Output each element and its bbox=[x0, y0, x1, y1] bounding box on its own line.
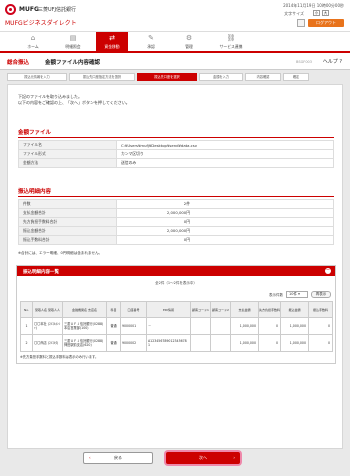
button-bar: ‹ 戻る 次へ › bbox=[0, 449, 350, 476]
table-row: 件数 2件 bbox=[18, 199, 334, 209]
summary-section-title: 振込明細内容 bbox=[18, 189, 52, 195]
table-row: ファイル名 C:¥Users¥mufj¥Desktop¥send¥data.csv bbox=[18, 140, 334, 150]
step-1: 振込元情報を入力 bbox=[7, 73, 67, 81]
link-icon: ⛓ bbox=[226, 34, 236, 42]
table-row: 2 〇〇商店 (ﾏﾙﾏﾙﾀ) 三菱ＵＦＪ信託銀行(0288) 神田駅前支店(620)… bbox=[20, 334, 333, 352]
table-header-row: No. 受取人名 受取人人 金融機関名 支店名 科目 口座番号 EDI情報 顧客コード1… bbox=[20, 301, 333, 318]
title-bar: 総合振込 金額ファイル内容確認 BSGF003 ヘルプ ? bbox=[0, 53, 350, 70]
page-title: 金額ファイル内容確認 bbox=[45, 60, 101, 66]
step-6: 確定 bbox=[283, 73, 309, 81]
chevron-left-icon: ‹ bbox=[89, 455, 91, 460]
help-link[interactable]: ヘルプ ? bbox=[323, 58, 342, 65]
list-title: 振込明細内容一覧 bbox=[23, 270, 59, 275]
per-page-select[interactable]: 10件 ▾ bbox=[286, 291, 308, 298]
summary-note: ※合計には、エラー明細、0円明細は含まれません。 bbox=[18, 251, 103, 255]
nav-label: サービス連携 bbox=[219, 44, 243, 49]
detail-table: No. 受取人名 受取人人 金融機関名 支店名 科目 口座番号 EDI情報 顧客コード1… bbox=[20, 301, 333, 352]
summary-table: 件数 2件 支払金額合計 2,000,000円 先方負担手数料合計 0円 振込金額合計… bbox=[18, 199, 334, 245]
step-indicator: 振込元情報を入力 振込先口座指定方法を選択 振込先口座を選択 金額を入力 内容確… bbox=[7, 73, 343, 81]
bank-name: 三菱UFJ信託銀行 bbox=[38, 7, 77, 13]
nav-service-link[interactable]: ⛓ サービス連携 bbox=[210, 32, 252, 52]
table-row: 先方負担手数料合計 0円 bbox=[18, 217, 334, 227]
service-name[interactable]: MUFGビジネスダイレクト bbox=[5, 18, 77, 27]
file-section-title: 金額ファイル bbox=[18, 130, 52, 136]
approve-icon: ✎ bbox=[148, 34, 154, 42]
nav-approval[interactable]: ✎ 承認 bbox=[136, 32, 166, 52]
chevron-down-icon: ▾ bbox=[298, 292, 300, 296]
table-row: ファイル形式 カンマ区切り bbox=[18, 149, 334, 159]
mufg-logo-icon bbox=[5, 4, 16, 15]
step-2: 振込先口座指定方法を選択 bbox=[69, 73, 135, 81]
back-button[interactable]: ‹ 戻る bbox=[83, 452, 153, 464]
transfer-icon: ⇄ bbox=[109, 34, 115, 42]
nav-label: 管理 bbox=[185, 44, 193, 49]
nav-home[interactable]: ⌂ ホーム bbox=[18, 32, 48, 52]
user-icon[interactable] bbox=[297, 19, 305, 27]
divider bbox=[18, 196, 334, 197]
step-5: 内容確認 bbox=[245, 73, 281, 81]
admin-icon: ⚙ bbox=[185, 34, 193, 42]
nav-label: ホーム bbox=[27, 44, 39, 49]
logout-button[interactable]: ログアウト bbox=[308, 19, 344, 27]
login-datetime: 2014年11月19日 10時00分00秒 bbox=[283, 3, 344, 8]
step-3-current: 振込先口座を選択 bbox=[137, 73, 197, 81]
document-icon: ▤ bbox=[69, 34, 77, 42]
site-header: MUFG 三菱UFJ信託銀行 MUFGビジネスダイレクト 2014年11月19日… bbox=[0, 0, 350, 31]
brand-name: MUFG bbox=[19, 6, 39, 13]
list-header: 振込明細内容一覧 − bbox=[17, 266, 335, 276]
page-id: BSGF003 bbox=[296, 60, 312, 64]
nav-label: 明細照会 bbox=[65, 44, 81, 49]
collapse-icon[interactable]: − bbox=[325, 268, 331, 274]
per-page-label: 表示件数 bbox=[269, 293, 283, 297]
table-row: 振込金額合計 2,000,000円 bbox=[18, 226, 334, 236]
font-large-button[interactable]: 大 bbox=[322, 10, 329, 16]
table-row: 振込手数料合計 0円 bbox=[18, 235, 334, 245]
chevron-right-icon: › bbox=[233, 455, 235, 460]
global-nav: ⌂ ホーム ▤ 明細照会 ⇄ 資金移動 ✎ 承認 ⚙ 管理 ⛓ サービス連携 bbox=[0, 31, 350, 53]
help-icon: ? bbox=[339, 59, 342, 65]
list-note: ※先方負担手数料と振込手数料は表示のみ行います。 bbox=[20, 355, 99, 359]
nav-inquiry[interactable]: ▤ 明細照会 bbox=[58, 32, 88, 52]
step-4: 金額を入力 bbox=[199, 73, 243, 81]
instruction-message: 下記のファイルを取り込みました。 以下の内容をご確認の上、「次へ」ボタンを押して… bbox=[18, 94, 130, 105]
font-small-button[interactable]: 小 bbox=[313, 10, 320, 16]
nav-label: 承認 bbox=[147, 44, 155, 49]
nav-admin[interactable]: ⚙ 管理 bbox=[174, 32, 204, 52]
main-panel: 下記のファイルを取り込みました。 以下の内容をご確認の上、「次へ」ボタンを押して… bbox=[7, 84, 343, 449]
home-icon: ⌂ bbox=[30, 34, 36, 42]
divider bbox=[18, 137, 334, 138]
category-label: 総合振込 bbox=[7, 60, 30, 66]
nav-fund-transfer[interactable]: ⇄ 資金移動 bbox=[96, 32, 128, 52]
table-row: 支払金額合計 2,000,000円 bbox=[18, 208, 334, 218]
redisplay-button[interactable]: 再表示 bbox=[311, 291, 331, 298]
result-count: 全2件（1〜2件を表示中） bbox=[155, 281, 197, 285]
table-row: 金額方法 送信のみ bbox=[18, 158, 334, 168]
table-row: 1 〇〇本社 (ﾏﾙﾏﾙﾎﾝｼｬ) 三菱ＵＦＪ信託銀行(0288) 本店営業部(10… bbox=[20, 317, 333, 335]
font-size-label: 文字サイズ bbox=[284, 11, 304, 16]
file-info-table: ファイル名 C:¥Users¥mufj¥Desktop¥send¥data.csv… bbox=[18, 140, 334, 168]
nav-label: 資金移動 bbox=[104, 44, 120, 49]
detail-list-panel: 振込明細内容一覧 − 全2件（1〜2件を表示中） 表示件数 10件 ▾ 再表示 … bbox=[16, 265, 336, 364]
next-button[interactable]: 次へ › bbox=[166, 452, 240, 464]
